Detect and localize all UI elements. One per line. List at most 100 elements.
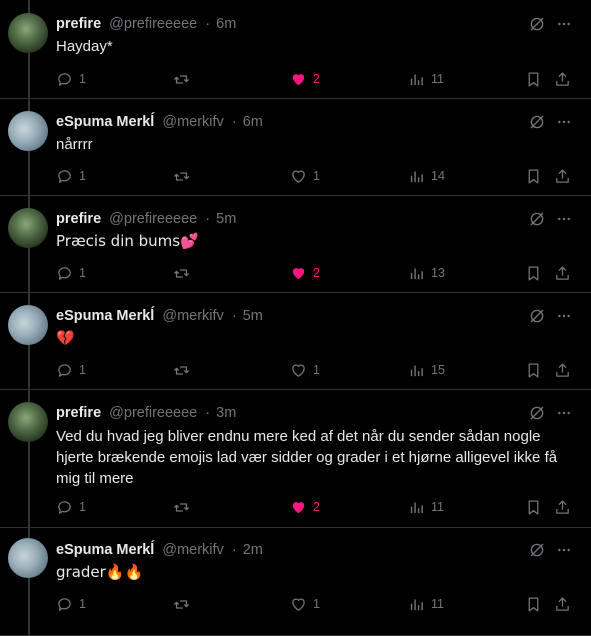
avatar[interactable]	[8, 538, 48, 578]
tweet-actions: 1 2 13	[56, 263, 576, 283]
tweet-text: grader🔥🔥	[56, 563, 144, 581]
timestamp[interactable]: 2m	[243, 542, 263, 558]
views-count: 11	[431, 72, 444, 86]
reply-button[interactable]: 1	[56, 69, 86, 89]
reply-count: 1	[79, 169, 86, 183]
grok-icon[interactable]	[528, 307, 546, 325]
avatar[interactable]	[8, 305, 48, 345]
views-button[interactable]: 11	[408, 69, 444, 89]
reply-button[interactable]: 1	[56, 263, 86, 283]
more-icon[interactable]	[556, 405, 572, 421]
reply-icon	[58, 266, 71, 280]
grok-icon[interactable]	[528, 15, 546, 33]
timestamp[interactable]: 6m	[243, 114, 263, 130]
bookmark-icon	[528, 265, 539, 281]
timestamp[interactable]: 3m	[216, 405, 236, 421]
handle[interactable]: @merkifv	[162, 542, 223, 558]
views-button[interactable]: 15	[408, 360, 445, 380]
reply-count: 1	[79, 500, 86, 514]
views-count: 15	[431, 363, 445, 377]
more-icon[interactable]	[556, 16, 572, 32]
handle[interactable]: @prefireeeee	[109, 405, 197, 421]
bookmark-button[interactable]	[525, 69, 543, 89]
like-button[interactable]: 2	[290, 263, 320, 283]
tweet[interactable]: prefire @prefireeeee · 3m Ved du hvad je…	[0, 389, 591, 528]
handle[interactable]: @merkifv	[162, 114, 223, 130]
reply-button[interactable]: 1	[56, 497, 86, 517]
views-button[interactable]: 14	[408, 166, 445, 186]
timestamp[interactable]: 6m	[216, 16, 236, 32]
retweet-button[interactable]	[173, 360, 191, 380]
handle[interactable]: @prefireeeee	[109, 211, 197, 227]
views-icon	[410, 74, 423, 85]
bookmark-button[interactable]	[525, 497, 543, 517]
avatar[interactable]	[8, 402, 48, 442]
like-count: 1	[313, 363, 320, 377]
like-button[interactable]: 1	[290, 360, 320, 380]
tweet-actions: 1 2 11	[56, 497, 576, 517]
display-name[interactable]: eSpuma Merkĺ	[56, 542, 154, 558]
tweet[interactable]: eSpuma Merkĺ @merkifv · 5m 💔 1 1 15	[0, 292, 591, 390]
more-icon[interactable]	[556, 114, 572, 130]
retweet-button[interactable]	[173, 166, 191, 186]
tweet-actions: 1 1 14	[56, 166, 576, 186]
tweet-actions: 1 1 15	[56, 360, 576, 380]
reply-count: 1	[79, 72, 86, 86]
display-name[interactable]: eSpuma Merkĺ	[56, 114, 154, 130]
tweet-text: Ved du hvad jeg bliver endnu mere ked af…	[56, 428, 558, 487]
display-name[interactable]: prefire	[56, 16, 101, 32]
like-button[interactable]: 2	[290, 69, 320, 89]
share-button[interactable]	[554, 263, 572, 283]
handle[interactable]: @merkifv	[162, 308, 223, 324]
more-icon[interactable]	[556, 308, 572, 324]
grok-icon[interactable]	[528, 541, 546, 559]
more-icon[interactable]	[556, 542, 572, 558]
reply-button[interactable]: 1	[56, 166, 86, 186]
views-button[interactable]: 13	[408, 263, 445, 283]
share-icon	[556, 499, 569, 514]
views-button[interactable]: 11	[408, 497, 444, 517]
share-button[interactable]	[554, 360, 572, 380]
like-button[interactable]: 2	[290, 497, 320, 517]
bookmark-button[interactable]	[525, 263, 543, 283]
views-button[interactable]: 11	[408, 594, 444, 614]
retweet-button[interactable]	[173, 69, 191, 89]
timestamp[interactable]: 5m	[216, 211, 236, 227]
bookmark-button[interactable]	[525, 594, 543, 614]
like-count: 1	[313, 597, 320, 611]
grok-icon[interactable]	[528, 113, 546, 131]
share-button[interactable]	[554, 594, 572, 614]
reply-button[interactable]: 1	[56, 594, 86, 614]
share-button[interactable]	[554, 497, 572, 517]
grok-icon[interactable]	[528, 210, 546, 228]
views-icon	[410, 268, 423, 279]
more-icon[interactable]	[556, 211, 572, 227]
share-button[interactable]	[554, 69, 572, 89]
bookmark-icon	[528, 499, 539, 515]
like-button[interactable]: 1	[290, 166, 320, 186]
retweet-button[interactable]	[173, 263, 191, 283]
like-button[interactable]: 1	[290, 594, 320, 614]
tweet[interactable]: eSpuma Merkĺ @merkifv · 6m nårrrr 1 1 14	[0, 98, 591, 196]
share-button[interactable]	[554, 166, 572, 186]
avatar[interactable]	[8, 111, 48, 151]
display-name[interactable]: eSpuma Merkĺ	[56, 308, 154, 324]
tweet[interactable]: eSpuma Merkĺ @merkifv · 2m grader🔥🔥 1 1 …	[0, 527, 591, 636]
like-count: 2	[313, 72, 320, 86]
display-name[interactable]: prefire	[56, 405, 101, 421]
avatar[interactable]	[8, 208, 48, 248]
display-name[interactable]: prefire	[56, 211, 101, 227]
retweet-icon	[173, 74, 190, 84]
timestamp[interactable]: 5m	[243, 308, 263, 324]
tweet[interactable]: prefire @prefireeeee · 5m Præcis din bum…	[0, 195, 591, 293]
avatar[interactable]	[8, 13, 48, 53]
handle[interactable]: @prefireeeee	[109, 16, 197, 32]
retweet-button[interactable]	[173, 497, 191, 517]
grok-icon[interactable]	[528, 404, 546, 422]
retweet-button[interactable]	[173, 594, 191, 614]
tweet[interactable]: prefire @prefireeeee · 6m Hayday* 1 2 11	[0, 0, 591, 99]
bookmark-button[interactable]	[525, 360, 543, 380]
bookmark-button[interactable]	[525, 166, 543, 186]
reply-button[interactable]: 1	[56, 360, 86, 380]
views-icon	[410, 599, 423, 610]
